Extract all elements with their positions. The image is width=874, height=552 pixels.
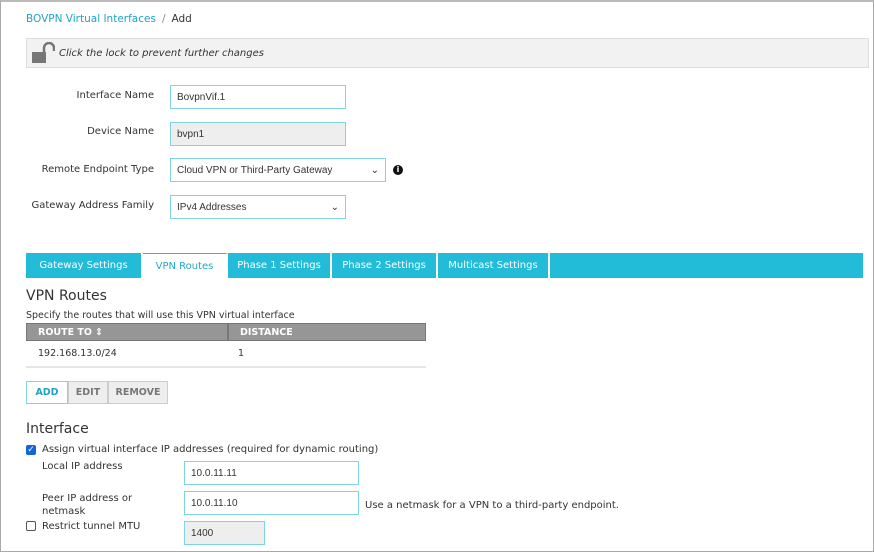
breadcrumb: BOVPN Virtual Interfaces / Add <box>26 13 192 25</box>
tab-phase-1-settings[interactable]: Phase 1 Settings <box>228 253 332 278</box>
tab-phase-2-settings[interactable]: Phase 2 Settings <box>332 253 438 278</box>
local-ip-input[interactable]: 10.0.11.11 <box>184 461 359 485</box>
table-row[interactable]: 192.168.13.0/24 1 <box>26 341 426 368</box>
remove-button[interactable]: REMOVE <box>108 381 168 404</box>
routes-table-header: ROUTE TO ⇕ DISTANCE <box>26 323 426 341</box>
peer-ip-value: 10.0.11.10 <box>191 497 238 509</box>
restrict-mtu-checkbox[interactable] <box>26 521 36 531</box>
remote-endpoint-type-label: Remote Endpoint Type <box>41 164 154 175</box>
interface-name-input[interactable]: BovpnVif.1 <box>170 85 346 109</box>
column-header-distance[interactable]: DISTANCE <box>228 323 426 341</box>
interface-heading: Interface <box>26 421 89 437</box>
info-icon[interactable]: i <box>393 165 403 175</box>
tab-vpn-routes[interactable]: VPN Routes <box>143 253 228 278</box>
restrict-mtu-label: Restrict tunnel MTU <box>42 521 141 532</box>
chevron-down-icon: ⌄ <box>330 201 339 213</box>
gateway-address-family-value: IPv4 Addresses <box>177 201 247 213</box>
peer-ip-label-line1: Peer IP address or <box>42 493 133 504</box>
column-header-route-to[interactable]: ROUTE TO ⇕ <box>26 323 228 341</box>
breadcrumb-separator: / <box>161 13 166 25</box>
peer-ip-label: Peer IP address or netmask <box>42 492 132 518</box>
tab-multicast-settings[interactable]: Multicast Settings <box>438 253 550 278</box>
peer-ip-hint: Use a netmask for a VPN to a third-party… <box>365 500 619 511</box>
unlocked-padlock-icon[interactable] <box>31 42 55 64</box>
device-name-label: Device Name <box>87 126 154 137</box>
lock-message: Click the lock to prevent further change… <box>59 47 264 59</box>
column-distance-label: DISTANCE <box>240 326 293 338</box>
local-ip-label: Local IP address <box>42 461 123 472</box>
route-actions: ADD EDIT REMOVE <box>26 381 168 404</box>
device-name-value: bvpn1 <box>177 128 205 140</box>
sort-icon: ⇕ <box>94 326 103 338</box>
lock-bar: Click the lock to prevent further change… <box>26 38 869 68</box>
local-ip-value: 10.0.11.11 <box>191 467 237 479</box>
remote-endpoint-type-select[interactable]: Cloud VPN or Third-Party Gateway ⌄ <box>170 158 386 182</box>
distance-cell: 1 <box>238 348 245 359</box>
mtu-value: 1400 <box>191 527 214 539</box>
edit-button[interactable]: EDIT <box>68 381 108 404</box>
gateway-address-family-select[interactable]: IPv4 Addresses ⌄ <box>170 195 346 219</box>
add-button[interactable]: ADD <box>26 381 68 404</box>
interface-name-label: Interface Name <box>76 90 154 101</box>
remote-endpoint-type-value: Cloud VPN or Third-Party Gateway <box>177 164 333 176</box>
peer-ip-input[interactable]: 10.0.11.10 <box>184 491 359 515</box>
tab-gateway-settings[interactable]: Gateway Settings <box>26 253 143 278</box>
settings-tabs: Gateway Settings VPN Routes Phase 1 Sett… <box>26 253 863 278</box>
chevron-down-icon: ⌄ <box>370 164 379 176</box>
gateway-address-family-label: Gateway Address Family <box>31 200 154 211</box>
interface-name-value: BovpnVif.1 <box>177 91 226 103</box>
assign-ip-label: Assign virtual interface IP addresses (r… <box>42 444 379 455</box>
mtu-input: 1400 <box>184 521 265 545</box>
breadcrumb-current: Add <box>171 13 192 25</box>
breadcrumb-parent-link[interactable]: BOVPN Virtual Interfaces <box>26 13 156 25</box>
vpn-routes-heading: VPN Routes <box>26 288 107 304</box>
peer-ip-label-line2: netmask <box>42 506 86 517</box>
vpn-routes-description: Specify the routes that will use this VP… <box>26 310 295 321</box>
column-route-to-label: ROUTE TO <box>38 326 92 338</box>
assign-ip-checkbox[interactable]: ✓ <box>26 445 36 455</box>
route-to-cell: 192.168.13.0/24 <box>38 348 117 359</box>
device-name-input: bvpn1 <box>170 122 346 146</box>
